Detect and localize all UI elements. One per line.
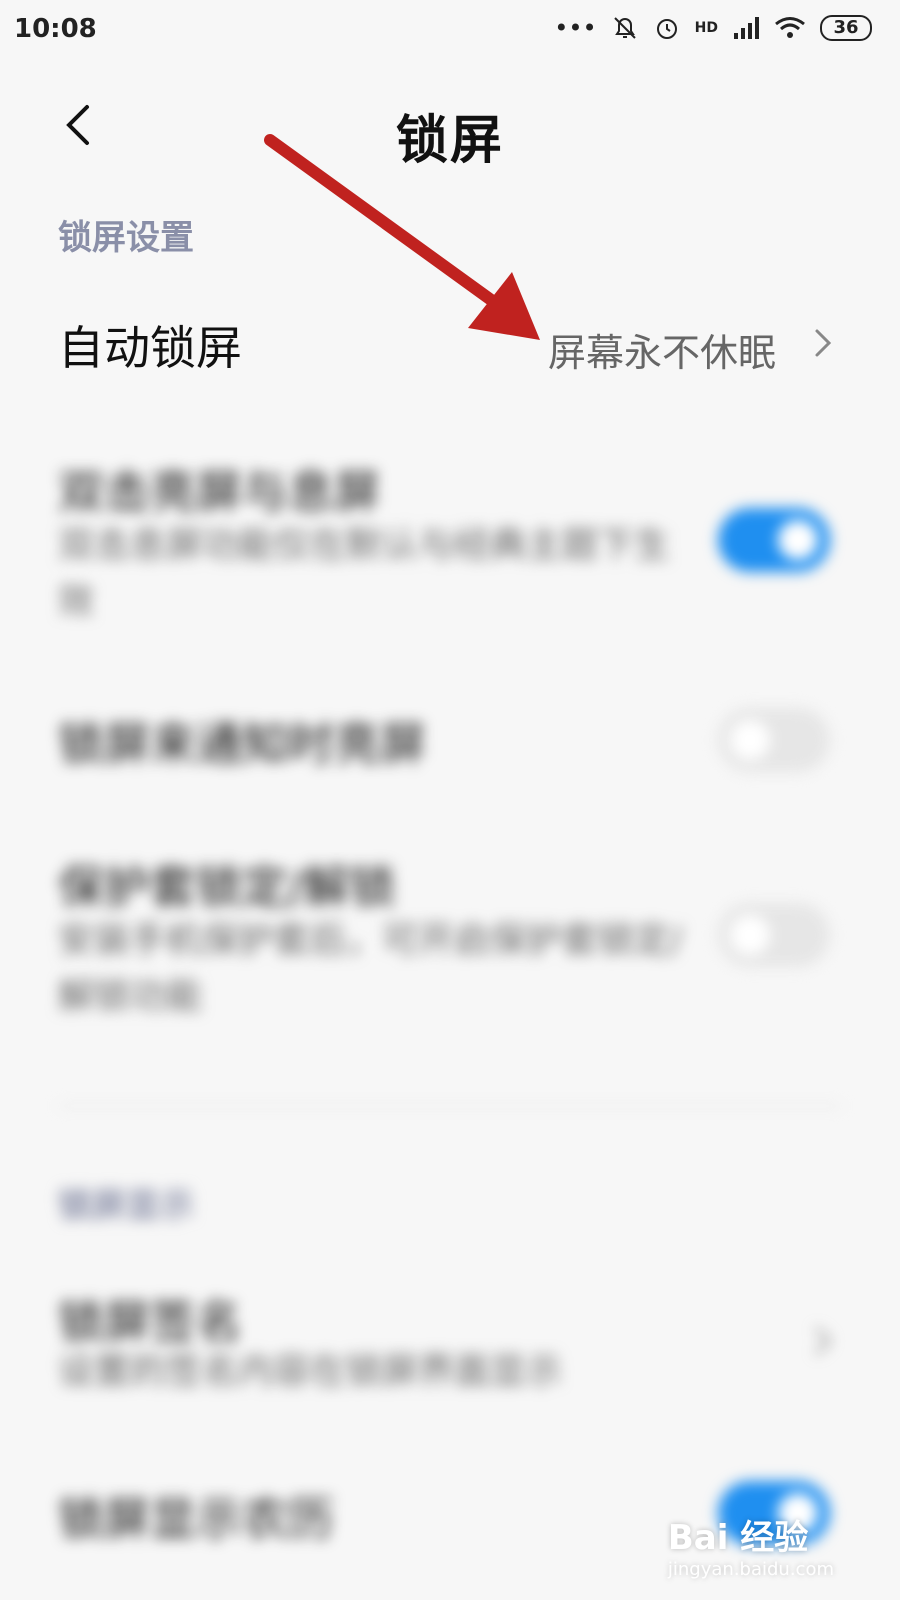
battery-icon: 36 [820, 15, 872, 41]
more-dots-icon: ••• [554, 14, 597, 42]
bell-off-icon [613, 17, 636, 39]
notification-wake-row[interactable]: 锁屏来通知时亮屏 [0, 700, 900, 790]
chevron-right-icon [815, 329, 832, 357]
toggle-knob [730, 720, 770, 760]
cover-lock-desc: 安装手机保护套后，可开启保护套锁定/解锁功能 [58, 920, 683, 1017]
section-divider [58, 1105, 842, 1107]
lock-signature-desc: 设置的签名内容在锁屏界面显示 [58, 1351, 563, 1392]
cover-lock-title: 保护套锁定/解锁 [58, 860, 396, 914]
auto-lock-title: 自动锁屏 [58, 321, 242, 375]
toggle-knob [730, 915, 770, 955]
section-header-lock-display: 锁屏显示 [58, 1186, 194, 1226]
double-tap-wake-row[interactable]: 双击亮屏与息屏 双击息屏功能仅在默认与经典主题下生效 [0, 450, 900, 630]
page-title: 锁屏 [395, 111, 504, 171]
double-tap-wake-desc: 双击息屏功能仅在默认与经典主题下生效 [58, 525, 671, 622]
section-header-lock-settings: 锁屏设置 [58, 218, 194, 258]
baidu-watermark: Bai 经验 jingyan.baidu.com [668, 1510, 834, 1580]
lock-signature-title: 锁屏签名 [58, 1295, 242, 1349]
header: 锁屏 [0, 80, 900, 171]
alarm-clock-icon [656, 19, 677, 39]
notification-wake-toggle[interactable] [718, 708, 830, 772]
status-bar: 10:08 ••• HD 36 [0, 0, 900, 60]
chevron-right-icon [815, 1327, 832, 1355]
watermark-url: jingyan.baidu.com [667, 1559, 834, 1580]
wifi-icon [775, 17, 805, 38]
watermark-brand: Bai 经验 [667, 1518, 809, 1558]
signal-icon [734, 17, 759, 39]
notification-wake-title: 锁屏来通知时亮屏 [58, 717, 426, 771]
toggle-knob [778, 520, 818, 560]
network-type-label: HD [694, 20, 718, 36]
lock-signature-row[interactable]: 锁屏签名 设置的签名内容在锁屏界面显示 [0, 1280, 900, 1410]
cover-lock-toggle[interactable] [718, 903, 830, 967]
auto-lock-row[interactable]: 自动锁屏 屏幕永不休眠 [0, 290, 900, 400]
lunar-calendar-title: 锁屏显示农历 [58, 1492, 334, 1546]
auto-lock-value: 屏幕永不休眠 [547, 331, 776, 375]
double-tap-wake-title: 双击亮屏与息屏 [58, 465, 380, 519]
status-time: 10:08 [14, 14, 97, 44]
status-icons: ••• HD 36 [554, 14, 872, 42]
cover-lock-row[interactable]: 保护套锁定/解锁 安装手机保护套后，可开启保护套锁定/解锁功能 [0, 845, 900, 1025]
double-tap-wake-toggle[interactable] [718, 508, 830, 572]
